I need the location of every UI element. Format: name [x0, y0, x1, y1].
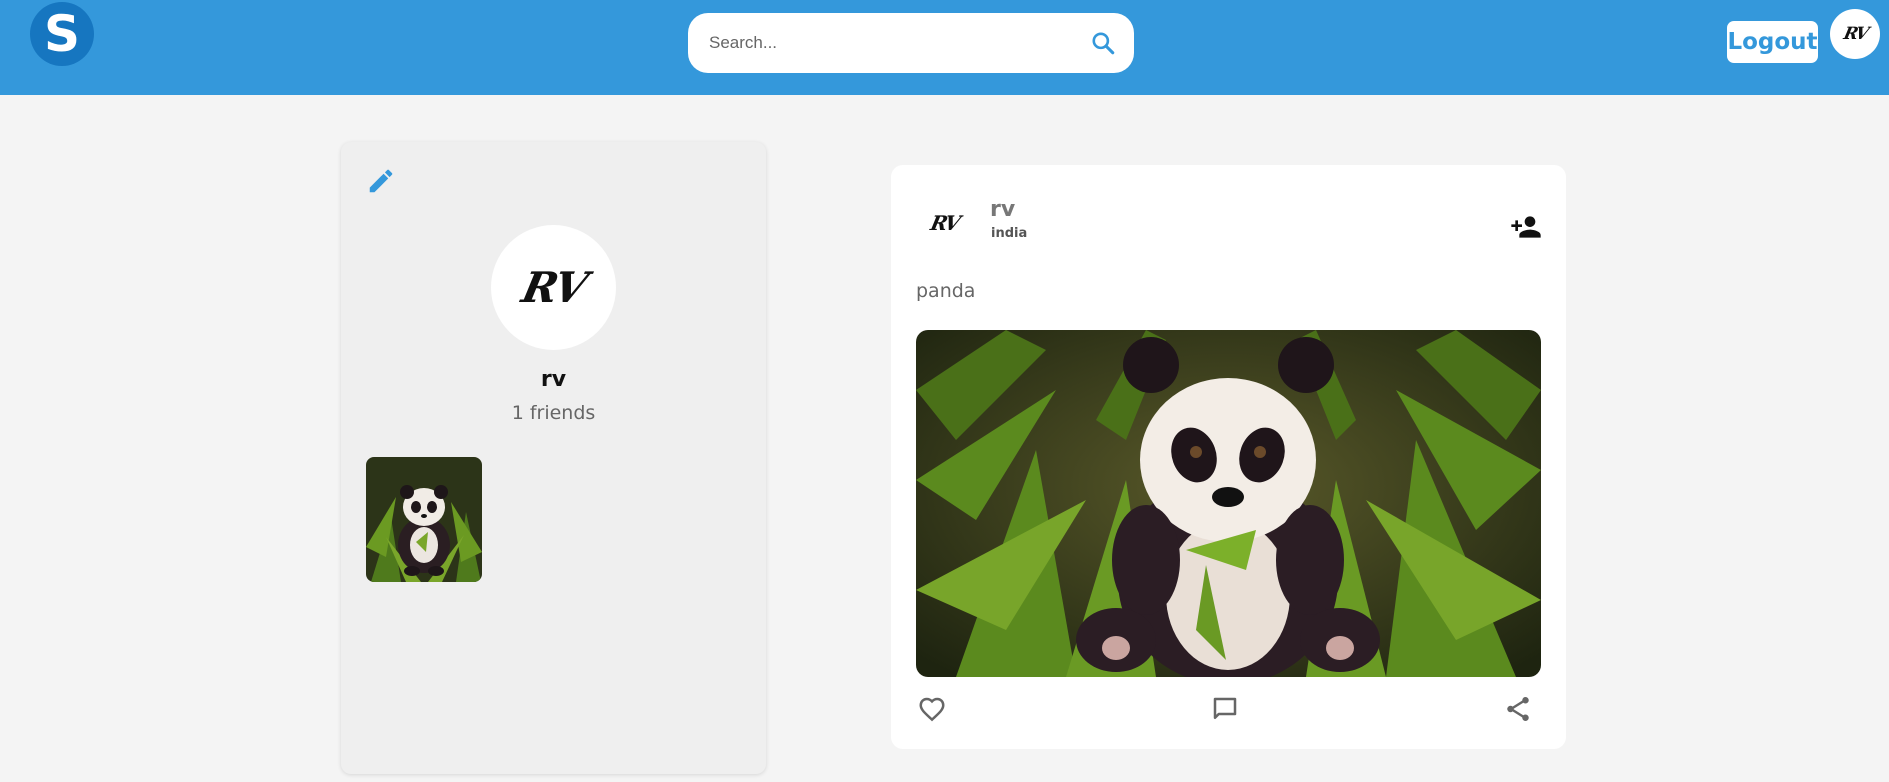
post-location: india	[991, 226, 1028, 241]
pencil-icon[interactable]	[366, 166, 396, 196]
post-avatar-initials: RV	[928, 211, 962, 235]
top-nav-bar: S Logout RV	[0, 0, 1889, 95]
comment-icon[interactable]	[1210, 694, 1240, 724]
post-author-name[interactable]: rv	[990, 197, 1015, 222]
person-add-icon[interactable]	[1510, 211, 1542, 243]
logout-button[interactable]: Logout	[1727, 21, 1818, 63]
friends-count: 1 friends	[511, 402, 596, 424]
heart-outline-icon[interactable]	[917, 694, 947, 724]
panda-image	[916, 330, 1541, 677]
avatar-initials: RV	[1841, 24, 1869, 44]
post-author-avatar[interactable]: RV	[915, 193, 975, 253]
search-bar	[688, 13, 1134, 73]
search-icon[interactable]	[1090, 30, 1116, 56]
share-icon[interactable]	[1503, 694, 1533, 724]
post-card: RV rv india panda	[891, 165, 1566, 749]
search-input[interactable]	[707, 32, 1090, 54]
logo-letter: S	[43, 5, 80, 63]
user-avatar[interactable]: RV	[1830, 9, 1880, 59]
post-caption: panda	[916, 280, 976, 302]
profile-avatar-initials: RV	[517, 263, 590, 312]
profile-avatar: RV	[491, 225, 616, 350]
profile-card: RV rv 1 friends	[341, 142, 766, 774]
app-logo[interactable]: S	[30, 2, 94, 66]
profile-name: rv	[540, 367, 567, 392]
panda-thumbnail[interactable]	[366, 457, 482, 582]
